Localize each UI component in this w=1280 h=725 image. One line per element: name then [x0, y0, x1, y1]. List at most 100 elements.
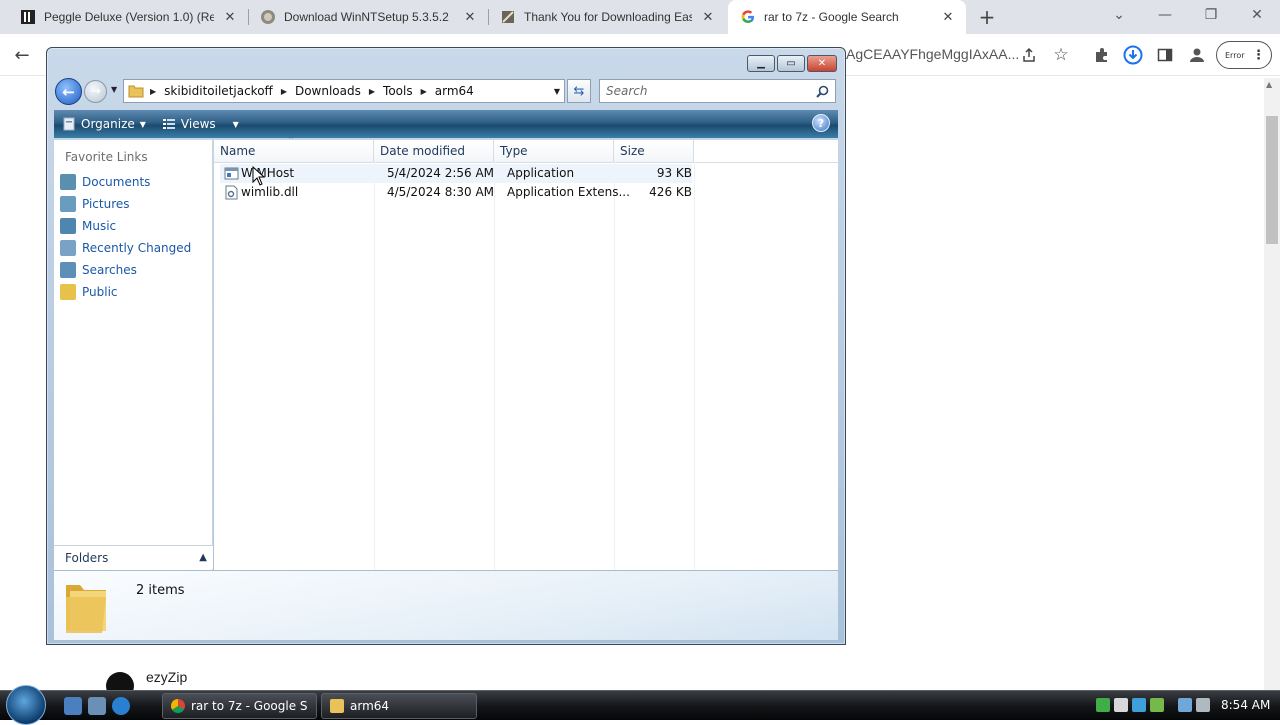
favorite-link-label: Searches	[82, 263, 137, 277]
file-row[interactable]: wimlib.dll 4/5/2024 8:30 AM Application …	[220, 183, 692, 202]
close-tab-icon[interactable]: ✕	[222, 9, 238, 25]
command-bar: Organize ▼ Views ▼ ?	[54, 110, 838, 138]
network-tray-icon[interactable]	[1096, 698, 1110, 712]
tab-google-search[interactable]: rar to 7z - Google Search ✕	[728, 0, 966, 34]
tab-winntsetup[interactable]: Download WinNTSetup 5.3.5.2 ✕	[248, 0, 488, 34]
taskbar-button-arm64[interactable]: arm64	[321, 693, 477, 719]
close-tab-icon[interactable]: ✕	[940, 9, 956, 25]
views-icon	[162, 119, 175, 129]
favorite-link-searches[interactable]: Searches	[60, 260, 137, 280]
taskbar-button-chrome[interactable]: rar to 7z - Google Se...	[162, 693, 317, 719]
switch-windows-icon[interactable]	[88, 697, 106, 715]
large-folder-icon	[66, 585, 106, 633]
breadcrumb-downloads[interactable]: Downloads	[289, 84, 367, 98]
scroll-up-arrow-icon[interactable]: ▲	[1266, 80, 1272, 89]
ezyzip-result-title[interactable]: ezyZip	[146, 669, 187, 685]
globe-favicon	[261, 10, 275, 24]
tray-app-icon[interactable]	[1114, 698, 1128, 712]
start-orb-button[interactable]	[6, 685, 46, 725]
close-browser-button[interactable]: ✕	[1234, 0, 1280, 30]
music-icon	[60, 218, 76, 234]
tab-thank-you[interactable]: Thank You for Downloading Eas ✕	[488, 0, 726, 34]
close-tab-icon[interactable]: ✕	[462, 9, 478, 25]
chevron-down-icon: ▼	[139, 119, 146, 129]
internet-explorer-icon[interactable]	[112, 697, 130, 715]
explorer-back-button[interactable]: ←	[55, 78, 82, 105]
address-bar-url[interactable]: AgCEAAYFhgeMggIAxAA...	[846, 46, 1019, 62]
folder-icon	[330, 699, 344, 713]
folders-toggle[interactable]: Folders ▲	[54, 545, 213, 569]
views-button[interactable]: Views ▼	[154, 110, 247, 138]
network-connection-icon[interactable]	[1178, 698, 1192, 712]
favorite-link-public[interactable]: Public	[60, 282, 118, 302]
bookmark-star-icon[interactable]: ☆	[1050, 44, 1072, 66]
column-header-name[interactable]: Name ^	[214, 136, 374, 162]
back-arrow-icon[interactable]: ←	[11, 44, 33, 66]
browser-tab-strip: Peggle Deluxe (Version 1.0) (Rev ✕ Downl…	[0, 0, 1280, 34]
side-panel-icon[interactable]	[1154, 44, 1176, 66]
mouse-cursor-icon	[252, 166, 266, 186]
column-header-type[interactable]: Type	[494, 140, 614, 162]
breadcrumb-separator-icon: ▶	[420, 86, 427, 96]
column-divider	[494, 162, 495, 570]
recent-pages-dropdown-icon[interactable]: ▼	[111, 85, 117, 94]
volume-muted-icon[interactable]	[1196, 698, 1210, 712]
search-icon[interactable]	[816, 85, 829, 98]
updates-tray-icon[interactable]	[1150, 698, 1164, 712]
taskbar-clock[interactable]: 8:54 AM	[1221, 698, 1270, 712]
close-window-button[interactable]: ✕	[807, 55, 837, 72]
favorite-link-music[interactable]: Music	[60, 216, 116, 236]
download-icon[interactable]	[1122, 44, 1144, 66]
folder-icon	[128, 85, 144, 98]
refresh-icon[interactable]: ⇆	[567, 79, 591, 103]
tab-title: Download WinNTSetup 5.3.5.2	[284, 10, 449, 24]
file-row[interactable]: WIMHost 5/4/2024 2:56 AM Application 93 …	[220, 164, 692, 183]
new-tab-button[interactable]: +	[976, 5, 998, 29]
tab-title: Peggle Deluxe (Version 1.0) (Rev	[44, 10, 214, 24]
breadcrumb-tools[interactable]: Tools	[377, 84, 419, 98]
tab-peggle[interactable]: Peggle Deluxe (Version 1.0) (Rev ✕	[8, 0, 248, 34]
folders-label: Folders	[65, 550, 109, 565]
pictures-icon	[60, 196, 76, 212]
extensions-icon[interactable]	[1090, 44, 1112, 66]
maximize-window-button[interactable]: ▭	[777, 55, 805, 72]
show-desktop-icon[interactable]	[64, 697, 82, 715]
column-header-size[interactable]: Size	[614, 140, 694, 162]
breadcrumb-separator-icon: ▶	[150, 86, 157, 96]
help-icon[interactable]: ?	[812, 114, 830, 132]
tab-search-chevron-icon[interactable]: ⌄	[1096, 0, 1142, 30]
close-tab-icon[interactable]: ✕	[700, 9, 716, 25]
organize-button[interactable]: Organize ▼	[54, 110, 154, 138]
account-icon[interactable]	[1186, 44, 1208, 66]
security-tray-icon[interactable]	[1132, 698, 1146, 712]
documents-icon	[60, 174, 76, 190]
search-placeholder: Search	[606, 84, 648, 98]
details-pane: 2 items	[54, 570, 838, 640]
profile-error-button[interactable]: Error ⋮	[1216, 41, 1272, 69]
explorer-search-input[interactable]: Search	[599, 79, 836, 103]
tab-title: rar to 7z - Google Search	[764, 10, 899, 24]
address-dropdown-icon[interactable]: ▼	[549, 79, 565, 103]
share-icon[interactable]	[1018, 44, 1040, 66]
favorite-link-recently-changed[interactable]: Recently Changed	[60, 238, 191, 258]
favorite-link-pictures[interactable]: Pictures	[60, 194, 130, 214]
address-breadcrumb[interactable]: ▶ skibiditoiletjackoff ▶ Downloads ▶ Too…	[123, 79, 565, 103]
page-scrollbar-thumb[interactable]	[1266, 116, 1278, 244]
favorite-link-label: Pictures	[82, 197, 130, 211]
chrome-icon	[171, 699, 185, 713]
taskbar: rar to 7z - Google Se... arm64 8:54 AM	[0, 685, 1280, 725]
restore-browser-button[interactable]: ❐	[1188, 0, 1234, 30]
column-divider	[694, 162, 695, 570]
minimize-browser-button[interactable]: —	[1142, 0, 1188, 30]
breadcrumb-arm64[interactable]: arm64	[429, 84, 480, 98]
explorer-forward-button[interactable]: →	[84, 80, 107, 103]
google-favicon	[741, 10, 754, 23]
favorite-link-documents[interactable]: Documents	[60, 172, 150, 192]
column-header-date-modified[interactable]: Date modified	[374, 140, 494, 162]
minimize-window-button[interactable]: ▁	[747, 55, 775, 72]
header-divider	[214, 162, 838, 163]
views-label: Views	[180, 117, 216, 131]
chevron-down-icon: ▼	[232, 119, 239, 129]
breadcrumb-user-folder[interactable]: skibiditoiletjackoff	[158, 84, 279, 98]
favorite-link-label: Documents	[82, 175, 151, 189]
